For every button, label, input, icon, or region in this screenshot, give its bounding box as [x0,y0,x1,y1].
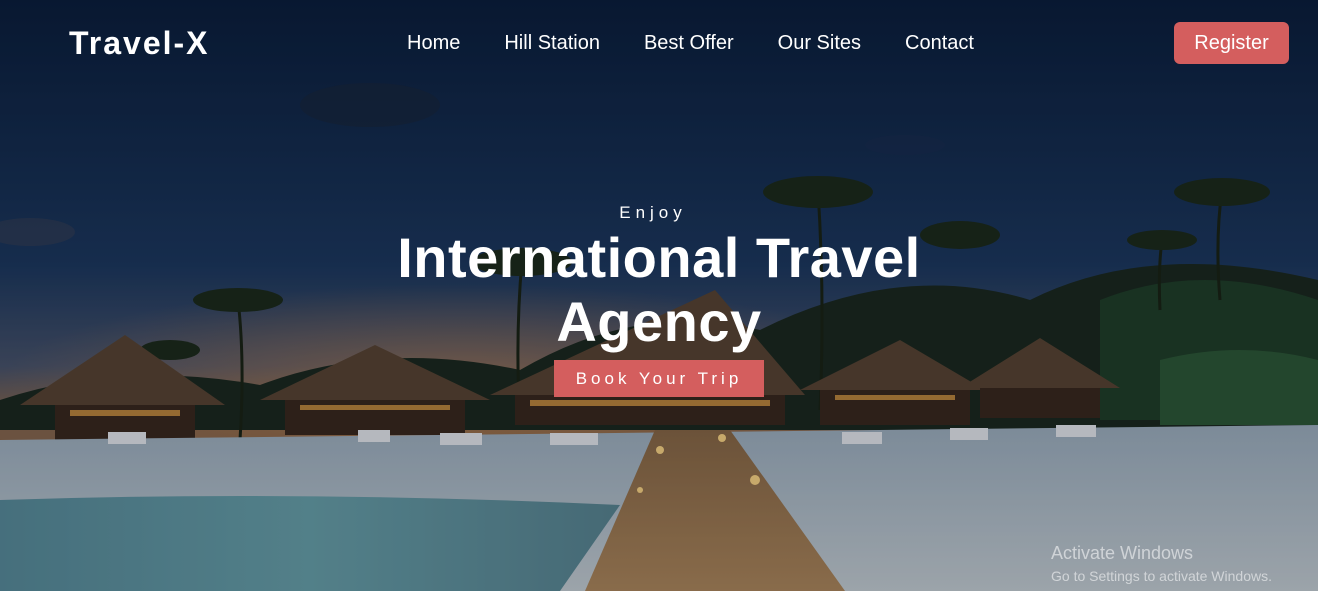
book-trip-button[interactable]: Book Your Trip [553,360,765,397]
hero-section: Enjoy International Travel Agency Book Y… [0,200,1318,397]
nav-link-best-offer[interactable]: Best Offer [644,31,734,55]
watermark-subtitle: Go to Settings to activate Windows. [1051,568,1272,584]
nav-link-our-sites[interactable]: Our Sites [778,31,861,55]
hero-title: International Travel Agency [397,226,921,353]
main-menu: Home Hill Station Best Offer Our Sites C… [407,31,974,55]
register-button[interactable]: Register [1174,22,1289,64]
hero-eyebrow: Enjoy [619,203,687,222]
nav-link-hill-station[interactable]: Hill Station [504,31,600,55]
nav-link-home[interactable]: Home [407,31,460,55]
nav-link-contact[interactable]: Contact [905,31,974,55]
windows-activation-watermark: Activate Windows Go to Settings to activ… [1051,542,1272,586]
watermark-title: Activate Windows [1051,543,1194,563]
site-logo[interactable]: Travel-X [69,25,210,61]
top-navigation: Travel-X Home Hill Station Best Offer Ou… [0,0,1318,86]
